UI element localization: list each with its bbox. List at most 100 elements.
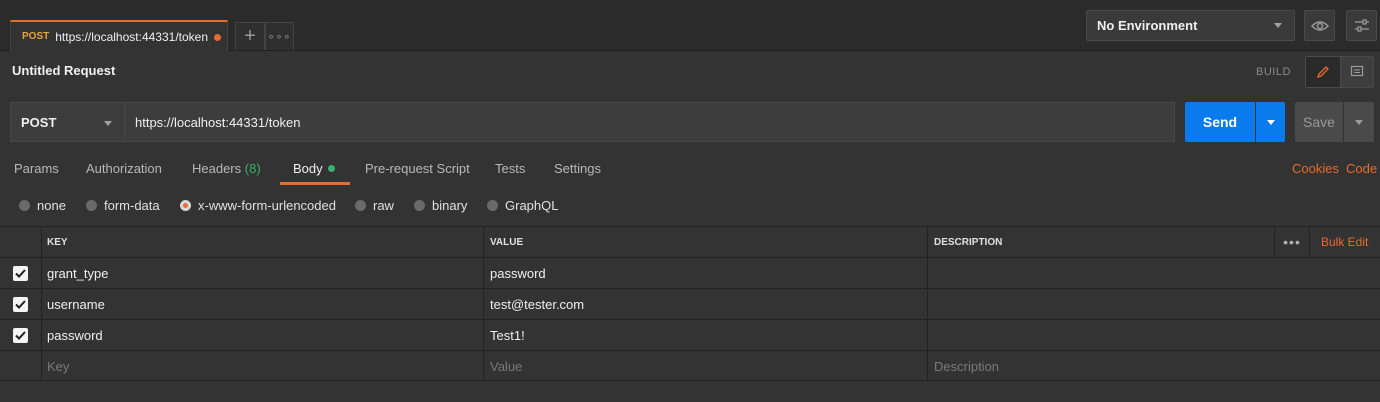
tab-headers-label: Headers (192, 161, 242, 176)
header-check-cell (0, 227, 42, 257)
manage-environments-button[interactable] (1346, 10, 1377, 41)
row-description[interactable] (928, 289, 1380, 319)
environment-select[interactable]: No Environment (1086, 10, 1295, 41)
chevron-down-icon (104, 121, 112, 126)
row-key[interactable]: password (42, 320, 484, 350)
new-value-input[interactable]: Value (484, 351, 928, 381)
body-type-graphql[interactable]: GraphQL (487, 198, 558, 213)
request-name[interactable]: Untitled Request (12, 63, 115, 78)
column-header-key: KEY (42, 227, 484, 257)
send-button[interactable]: Send (1185, 102, 1255, 142)
tab-params[interactable]: Params (14, 161, 59, 176)
table-options-button[interactable]: ••• (1274, 227, 1310, 257)
body-type-urlencoded-label: x-www-form-urlencoded (198, 198, 336, 213)
body-type-raw-label: raw (373, 198, 394, 213)
pencil-icon (1316, 66, 1329, 79)
row-description[interactable] (928, 320, 1380, 350)
ellipsis-icon: ∘∘∘ (267, 31, 292, 43)
body-indicator-icon (327, 165, 335, 172)
row-value[interactable]: test@tester.com (484, 289, 928, 319)
new-tab-button[interactable]: + (235, 22, 265, 50)
code-link[interactable]: Code (1346, 161, 1377, 176)
tab-title: https://localhost:44331/token (55, 29, 209, 44)
row-value[interactable]: Test1! (484, 320, 928, 350)
browse-mode-button[interactable] (1339, 57, 1373, 87)
new-description-input[interactable]: Description (928, 351, 1380, 381)
bulk-edit-link[interactable]: Bulk Edit (1321, 235, 1368, 249)
row-checkbox[interactable] (13, 327, 28, 343)
url-input[interactable] (124, 102, 1175, 142)
column-header-description: DESCRIPTION (934, 236, 1003, 248)
cookies-link[interactable]: Cookies (1292, 161, 1339, 176)
row-checkbox-cell (0, 351, 42, 381)
body-params-table: KEY VALUE DESCRIPTION ••• Bulk Edit gran… (0, 226, 1380, 381)
body-type-none-label: none (37, 198, 66, 213)
row-description[interactable] (928, 258, 1380, 288)
radio-checked-icon (180, 200, 191, 211)
column-header-value: VALUE (484, 227, 928, 257)
save-options-button[interactable] (1344, 102, 1374, 142)
radio-icon (86, 200, 97, 211)
table-row: password Test1! (0, 319, 1380, 350)
tab-body[interactable]: Body (293, 161, 335, 176)
row-checkbox-cell (0, 258, 42, 288)
row-key[interactable]: grant_type (42, 258, 484, 288)
table-row-new: Key Value Description (0, 350, 1380, 381)
table-row: grant_type password (0, 257, 1380, 288)
build-mode-button[interactable] (1306, 57, 1340, 87)
tab-tests[interactable]: Tests (495, 161, 525, 176)
plus-icon: + (244, 25, 256, 47)
save-button[interactable]: Save (1295, 102, 1343, 142)
environment-quick-look-button[interactable] (1304, 10, 1335, 41)
ellipsis-icon: ••• (1283, 234, 1301, 250)
mode-toggle (1305, 56, 1374, 88)
body-type-raw[interactable]: raw (355, 198, 394, 213)
tab-prerequest-script[interactable]: Pre-request Script (365, 161, 470, 176)
checkmark-icon (15, 268, 26, 278)
row-checkbox[interactable] (13, 265, 28, 281)
body-type-binary-label: binary (432, 198, 468, 213)
send-options-button[interactable] (1256, 102, 1285, 142)
eye-icon (1310, 20, 1329, 31)
http-method-select[interactable]: POST (10, 102, 124, 142)
tab-settings[interactable]: Settings (554, 161, 601, 176)
tab-authorization[interactable]: Authorization (86, 161, 162, 176)
radio-icon (355, 200, 366, 211)
row-checkbox[interactable] (13, 296, 28, 312)
environment-select-value: No Environment (1097, 18, 1198, 33)
radio-icon (487, 200, 498, 211)
table-row: username test@tester.com (0, 288, 1380, 319)
sliders-icon (1354, 18, 1369, 32)
body-type-binary[interactable]: binary (414, 198, 467, 213)
checkmark-icon (15, 330, 26, 340)
tab-options-button[interactable]: ∘∘∘ (265, 22, 294, 50)
new-key-input[interactable]: Key (42, 351, 484, 381)
active-tab-indicator (280, 182, 350, 185)
row-key[interactable]: username (42, 289, 484, 319)
tab-bar: POST https://localhost:44331/token + ∘∘∘… (0, 0, 1380, 51)
body-type-none[interactable]: none (19, 198, 66, 213)
body-type-urlencoded[interactable]: x-www-form-urlencoded (180, 198, 336, 213)
chevron-down-icon (1274, 23, 1282, 28)
body-type-form-data-label: form-data (104, 198, 160, 213)
row-checkbox-cell (0, 289, 42, 319)
radio-icon (414, 200, 425, 211)
row-checkbox-cell (0, 320, 42, 350)
tab-method-label: POST (22, 31, 50, 42)
chevron-down-icon (1355, 119, 1363, 125)
unsaved-dot-icon (214, 34, 221, 41)
radio-icon (19, 200, 30, 211)
row-value[interactable]: password (484, 258, 928, 288)
checkmark-icon (15, 299, 26, 309)
body-type-form-data[interactable]: form-data (86, 198, 160, 213)
chevron-down-icon (1266, 119, 1275, 125)
headers-count-badge: (8) (244, 161, 261, 176)
tab-body-label: Body (293, 161, 323, 176)
table-header-row: KEY VALUE DESCRIPTION ••• Bulk Edit (0, 226, 1380, 257)
tab-headers[interactable]: Headers (8) (192, 161, 261, 176)
request-tab[interactable]: POST https://localhost:44331/token (10, 20, 228, 51)
build-mode-label: BUILD (1256, 66, 1291, 78)
http-method-value: POST (21, 114, 57, 130)
body-type-graphql-label: GraphQL (505, 198, 559, 213)
comment-icon (1350, 65, 1363, 77)
